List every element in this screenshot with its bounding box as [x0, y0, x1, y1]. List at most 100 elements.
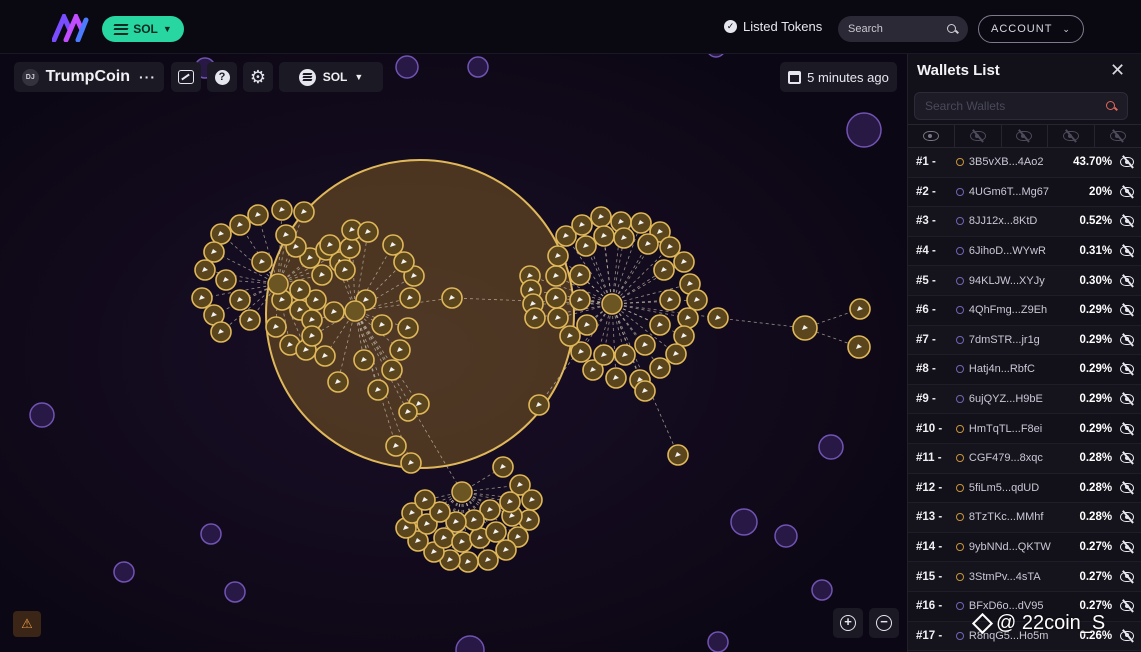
- wallet-address[interactable]: 4QhFmg...Z9Eh: [969, 304, 1072, 316]
- wallet-address[interactable]: BFxD6o...dV95: [969, 600, 1072, 612]
- hide-wallet-icon[interactable]: [1120, 630, 1135, 641]
- filter-show-all[interactable]: [908, 125, 955, 147]
- close-icon[interactable]: ✕: [1110, 60, 1125, 81]
- chart-button[interactable]: [171, 62, 201, 92]
- wallet-address[interactable]: HmTqTL...F8ei: [969, 423, 1072, 435]
- hide-wallet-icon[interactable]: [1120, 364, 1135, 375]
- zoom-out-button[interactable]: −: [869, 608, 899, 638]
- wallet-row[interactable]: #4 - 6JihoD...WYwR 0.31%: [908, 237, 1141, 267]
- wallet-address[interactable]: 6ujQYZ...H9bE: [969, 393, 1072, 405]
- hide-wallet-icon[interactable]: [1120, 394, 1135, 405]
- search-icon[interactable]: [947, 23, 958, 35]
- listed-tokens-label: Listed Tokens: [743, 19, 823, 34]
- wallet-address[interactable]: CGF479...8xqc: [969, 452, 1072, 464]
- wallet-row[interactable]: #8 - Hatj4n...RbfC 0.29%: [908, 355, 1141, 385]
- hide-wallet-icon[interactable]: [1120, 601, 1135, 612]
- panel-title: Wallets List: [917, 62, 1000, 79]
- outlier-wallet-bubble[interactable]: [811, 579, 833, 601]
- warning-button[interactable]: ⚠: [13, 611, 41, 637]
- search-icon[interactable]: [1106, 100, 1117, 112]
- hide-wallet-icon[interactable]: [1120, 423, 1135, 434]
- chevron-down-icon: ⌄: [1062, 23, 1071, 34]
- filter-hide-exchanges[interactable]: [955, 125, 1002, 147]
- outlier-wallet-bubble[interactable]: [200, 523, 222, 545]
- wallet-address[interactable]: 6JihoD...WYwR: [969, 245, 1072, 257]
- hide-wallet-icon[interactable]: [1120, 482, 1135, 493]
- wallet-address[interactable]: 9ybNNd...QKTW: [969, 541, 1072, 553]
- wallet-row[interactable]: #1 - 3B5vXB...4Ao2 43.70%: [908, 148, 1141, 178]
- help-button[interactable]: ?: [207, 62, 237, 92]
- zoom-out-icon: −: [876, 615, 892, 631]
- wallet-row[interactable]: #6 - 4QhFmg...Z9Eh 0.29%: [908, 296, 1141, 326]
- wallet-row[interactable]: #15 - 3StmPv...4sTA 0.27%: [908, 562, 1141, 592]
- chain-select-dropdown[interactable]: SOL ▼: [279, 62, 383, 92]
- wallet-row[interactable]: #3 - 8JJ12x...8KtD 0.52%: [908, 207, 1141, 237]
- hide-wallet-icon[interactable]: [1120, 246, 1135, 257]
- hide-wallet-icon[interactable]: [1120, 305, 1135, 316]
- wallet-address[interactable]: 5fiLm5...qdUD: [969, 482, 1072, 494]
- wallet-address[interactable]: 7dmSTR...jr1g: [969, 334, 1072, 346]
- outlier-wallet-bubble[interactable]: [730, 508, 758, 536]
- hide-wallet-icon[interactable]: [1120, 512, 1135, 523]
- wallet-row[interactable]: #12 - 5fiLm5...qdUD 0.28%: [908, 474, 1141, 504]
- wallet-rank: #16 -: [916, 600, 943, 613]
- hide-wallet-icon[interactable]: [1120, 216, 1135, 227]
- chain-selector-button[interactable]: SOL ▼: [102, 16, 184, 42]
- outlier-wallet-bubble[interactable]: [395, 55, 419, 79]
- bubble-map-graph[interactable]: [0, 54, 907, 652]
- hide-wallet-icon[interactable]: [1120, 571, 1135, 582]
- hide-wallet-icon[interactable]: [1120, 453, 1135, 464]
- hide-wallet-icon[interactable]: [1120, 542, 1135, 553]
- wallet-address[interactable]: 94KLJW...XYJy: [969, 275, 1072, 287]
- wallet-address[interactable]: 3StmPv...4sTA: [969, 571, 1072, 583]
- chain-label: SOL: [133, 22, 158, 36]
- wallet-row[interactable]: #7 - 7dmSTR...jr1g 0.29%: [908, 325, 1141, 356]
- wallet-address[interactable]: Hatj4n...RbfC: [969, 363, 1072, 375]
- wallet-address[interactable]: 8JJ12x...8KtD: [969, 215, 1072, 227]
- outlier-wallet-bubble[interactable]: [774, 524, 798, 548]
- wallet-address[interactable]: 3B5vXB...4Ao2: [969, 156, 1072, 168]
- outlier-wallet-bubble[interactable]: [846, 112, 882, 148]
- wallet-row[interactable]: #14 - 9ybNNd...QKTW 0.27%: [908, 533, 1141, 563]
- wallet-dot-icon: [956, 335, 964, 344]
- filter-hide-burn[interactable]: [1095, 125, 1141, 147]
- outlier-wallet-bubble[interactable]: [29, 402, 55, 428]
- account-button[interactable]: ACCOUNT ⌄: [978, 15, 1084, 43]
- hide-wallet-icon[interactable]: [1120, 186, 1135, 197]
- wallet-row[interactable]: #5 - 94KLJW...XYJy 0.30%: [908, 266, 1141, 296]
- bubble-map-canvas[interactable]: [0, 54, 907, 652]
- wallet-rank: #13 -: [916, 511, 943, 524]
- cluster-hub-node[interactable]: [267, 273, 289, 295]
- wallet-row[interactable]: #10 - HmTqTL...F8ei 0.29%: [908, 414, 1141, 444]
- wallet-search-input[interactable]: [925, 99, 1095, 113]
- outlier-wallet-bubble[interactable]: [818, 434, 844, 460]
- time-range-button[interactable]: 5 minutes ago: [780, 62, 897, 92]
- app-logo-icon[interactable]: [52, 14, 92, 42]
- wallet-address[interactable]: 8TzTKc...MMhf: [969, 511, 1072, 523]
- outlier-wallet-bubble[interactable]: [707, 631, 729, 652]
- hide-wallet-icon[interactable]: [1120, 157, 1135, 168]
- cluster-hub-node[interactable]: [451, 481, 473, 503]
- wallet-row[interactable]: #13 - 8TzTKc...MMhf 0.28%: [908, 503, 1141, 533]
- filter-hide-pools[interactable]: [1048, 125, 1096, 147]
- chain-select-label: SOL: [322, 70, 348, 84]
- check-circle-icon: ✓: [724, 20, 737, 33]
- zoom-in-button[interactable]: +: [833, 608, 863, 638]
- wallet-address[interactable]: 4UGm6T...Mg67: [969, 186, 1072, 198]
- hide-wallet-icon[interactable]: [1120, 275, 1135, 286]
- hide-wallet-icon[interactable]: [1120, 334, 1135, 345]
- wallet-row[interactable]: #11 - CGF479...8xqc 0.28%: [908, 443, 1141, 474]
- search-input[interactable]: [848, 23, 944, 35]
- outlier-wallet-bubble[interactable]: [224, 581, 246, 603]
- outlier-wallet-bubble[interactable]: [113, 561, 135, 583]
- cluster-hub-node[interactable]: [601, 293, 623, 315]
- outlier-wallet-bubble[interactable]: [467, 56, 489, 78]
- filter-hide-contracts[interactable]: [1002, 125, 1049, 147]
- wallet-row[interactable]: #9 - 6ujQYZ...H9bE 0.29%: [908, 384, 1141, 415]
- settings-button[interactable]: ⚙: [243, 62, 273, 92]
- token-selector[interactable]: DJ TrumpCoin ···: [14, 62, 164, 92]
- cluster-hub-node[interactable]: [344, 300, 366, 322]
- listed-tokens-link[interactable]: ✓ Listed Tokens: [724, 19, 822, 34]
- more-options-icon[interactable]: ···: [139, 69, 156, 85]
- wallet-row[interactable]: #2 - 4UGm6T...Mg67 20%: [908, 178, 1141, 208]
